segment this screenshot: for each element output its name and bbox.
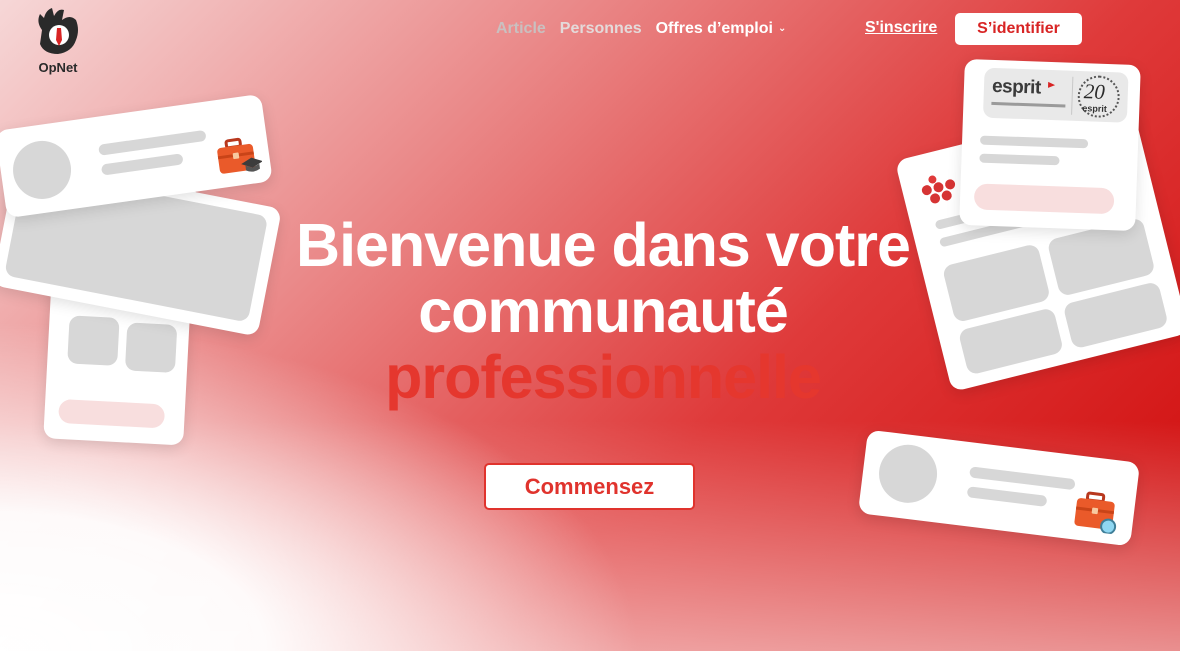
nav-item-offres-emploi[interactable]: Offres d’emploi ⌄ (656, 20, 787, 38)
briefcase-search-icon (1071, 489, 1124, 540)
decor-line (100, 153, 184, 176)
hero-title-highlight: professionnelle (385, 343, 822, 411)
chevron-down-icon: ⌄ (777, 23, 787, 34)
partner-logo-underline (991, 101, 1066, 108)
main-nav: Article Personnes Offres d’emploi ⌄ (496, 20, 786, 38)
hero-title: Bienvenue dans votre communauté professi… (200, 212, 1006, 410)
nav-item-personnes[interactable]: Personnes (560, 20, 642, 38)
hand-ok-icon (38, 8, 78, 54)
signup-link[interactable]: S'inscrire (865, 19, 937, 37)
decor-line (966, 486, 1048, 507)
decor-pill (973, 183, 1115, 215)
people-group-icon (917, 166, 965, 212)
partner-logo-badge: 20 esprit (1076, 74, 1121, 119)
partner-logo-badge-number: 20 (1083, 79, 1106, 104)
partner-logo-flag-icon (1047, 81, 1056, 89)
partner-logo-badge-text: esprit (1082, 103, 1107, 114)
brand-name: OpNet (38, 60, 78, 75)
nav-item-label: Offres d’emploi (655, 20, 773, 37)
decor-avatar (875, 441, 941, 507)
partner-logo: esprit 20 esprit (982, 67, 1129, 123)
decor-pill (58, 398, 166, 429)
decor-card-right-profile (857, 429, 1141, 547)
login-button[interactable]: S’identifier (955, 13, 1082, 45)
decor-line (98, 129, 207, 156)
decor-block (124, 322, 178, 373)
decor-line (979, 153, 1060, 166)
decor-avatar (9, 137, 75, 203)
brand-logo[interactable]: OpNet (28, 6, 88, 78)
decor-line (969, 466, 1076, 491)
decor-block (67, 315, 120, 366)
decor-line (979, 135, 1089, 149)
nav-item-article[interactable]: Article (496, 20, 546, 38)
hero-title-line-1: Bienvenue dans votre (296, 211, 911, 279)
partner-logo-text: esprit (991, 75, 1042, 99)
briefcase-graduation-icon (215, 135, 265, 184)
hero-title-line-2: communauté (418, 277, 789, 345)
decor-card-right-company: esprit 20 esprit (959, 58, 1141, 232)
partner-logo-divider (1071, 76, 1074, 115)
get-started-button[interactable]: Commensez (484, 463, 695, 510)
